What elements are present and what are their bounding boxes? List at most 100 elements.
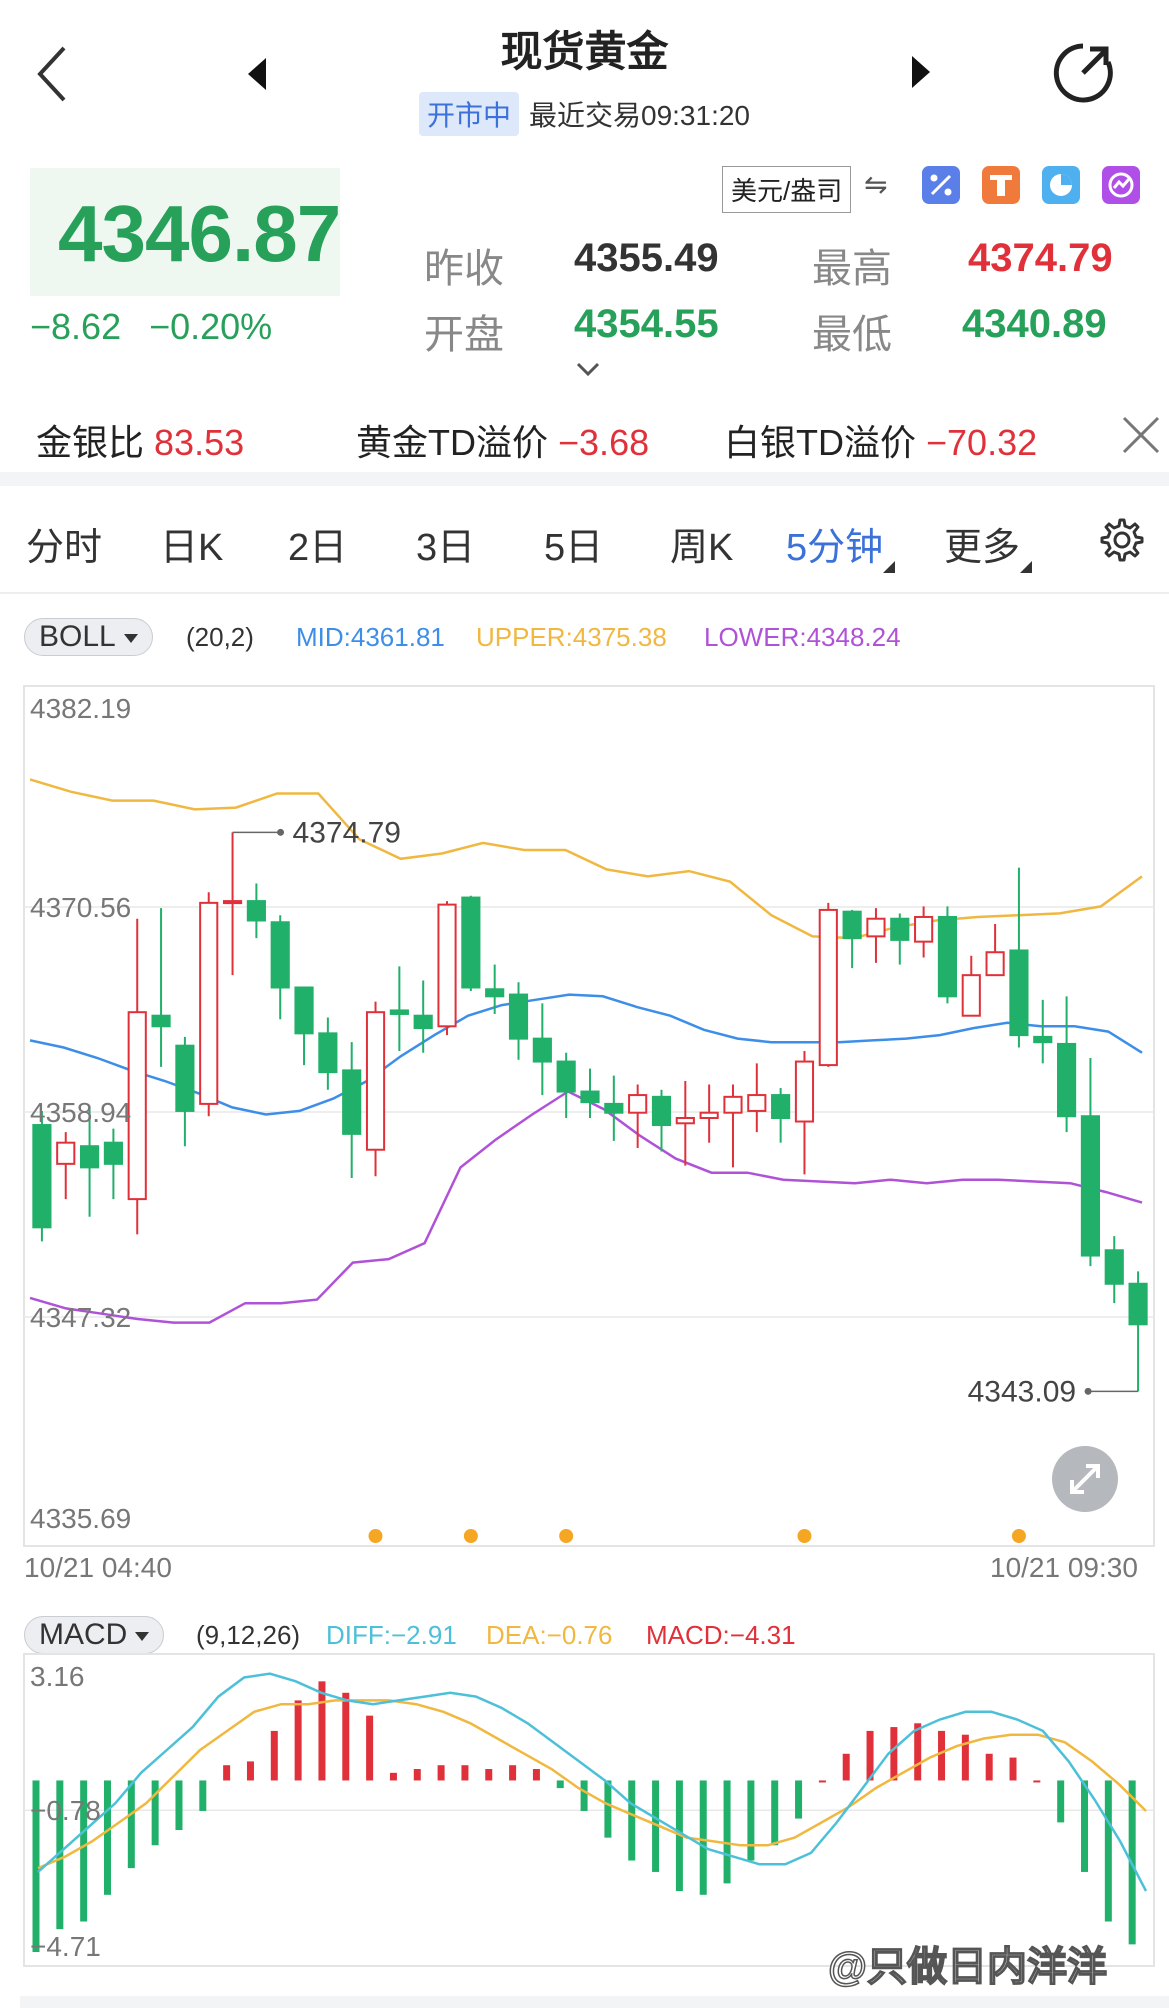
event-dot [368, 1529, 383, 1543]
macd-bar-down [556, 1780, 564, 1789]
event-dot [463, 1529, 478, 1543]
open-label: 开盘 [424, 313, 504, 357]
market-status-row: 开市中 最近交易09:31:20 [0, 92, 1169, 136]
x-axis-start-label: 10/21 04:40 [24, 1552, 172, 1583]
macd-bar-up [389, 1772, 397, 1781]
macd-y-tick-label: −0.78 [30, 1795, 101, 1826]
gear-icon[interactable] [1096, 516, 1144, 564]
macd-bar-up [294, 1700, 302, 1781]
y-tick-label: 4370.56 [30, 892, 131, 923]
pie-chart-icon[interactable] [1042, 166, 1080, 204]
macd-bar-up [1009, 1757, 1017, 1781]
candle-down [771, 1094, 791, 1119]
y-tick-label: 4347.32 [30, 1302, 131, 1333]
macd-bar-up [437, 1765, 445, 1781]
candle-down [1033, 1035, 1053, 1044]
ratio-value: 83.53 [154, 422, 245, 463]
tower-tool-icon[interactable] [982, 166, 1020, 204]
dropdown-icon [135, 1631, 150, 1641]
event-dot [559, 1529, 574, 1543]
candle-up [866, 917, 886, 938]
dropdown-icon [123, 633, 138, 643]
candle-down [1057, 1042, 1077, 1118]
candle-down [32, 1124, 52, 1229]
tab-5day[interactable]: 5日 [544, 516, 603, 571]
next-instrument-icon[interactable] [912, 56, 930, 88]
prev-instrument-icon[interactable] [248, 58, 266, 90]
macd-bar-up [938, 1730, 946, 1781]
event-dot [797, 1529, 812, 1543]
close-icon[interactable] [1120, 414, 1162, 456]
gold-silver-ratio: 金银比 83.53 [36, 414, 244, 466]
tab-2day[interactable]: 2日 [288, 516, 347, 571]
boll-upper-line [29, 778, 1143, 940]
tab-5min-label: 5分钟 [786, 527, 884, 569]
kline-chart[interactable]: 4382.19 4370.56 4358.94 4347.32 4335.69 4374… [0, 680, 1169, 1570]
candle-down [1128, 1282, 1148, 1326]
candle-up [675, 1116, 695, 1125]
candle-down [485, 988, 505, 998]
bottom-bar [20, 1996, 1169, 2008]
section-divider [0, 472, 1169, 486]
unit-selector[interactable]: 美元/盎司 [722, 166, 852, 213]
macd-bar-up [366, 1715, 374, 1781]
tab-daily-k[interactable]: 日K [160, 516, 223, 571]
tab-3day[interactable]: 3日 [416, 516, 475, 571]
tab-timeshare[interactable]: 分时 [26, 516, 102, 571]
candle-up [628, 1094, 648, 1114]
candle-down [937, 915, 958, 998]
tab-divider [0, 592, 1169, 594]
candle-down [580, 1090, 600, 1104]
candle-up [961, 974, 981, 1017]
macd-bar-up [890, 1727, 898, 1781]
macd-bar-down [1081, 1780, 1089, 1872]
candle-up [199, 901, 219, 1105]
ratio-label: 白银TD溢价 [724, 422, 916, 463]
trend-tool-icon[interactable] [1102, 166, 1140, 204]
macd-selector[interactable]: MACD [24, 1616, 165, 1654]
change-value: −8.62 [30, 306, 122, 347]
macd-bar-down [1057, 1780, 1065, 1823]
boll-lines [29, 778, 1143, 1324]
candle-up [794, 1060, 815, 1123]
macd-dea-value: DEA:−0.76 [486, 1620, 613, 1650]
macd-bar-up [1033, 1780, 1041, 1783]
ratio-label: 金银比 [36, 422, 145, 463]
boll-lower-value: LOWER:4348.24 [704, 622, 901, 652]
refresh-icon[interactable] [1050, 40, 1116, 106]
macd-chart[interactable]: 3.16 −0.78 −4.71 [0, 1652, 1169, 1982]
fullscreen-button[interactable] [1052, 1446, 1118, 1512]
low-marker-dot [1084, 1387, 1092, 1395]
current-price: 4346.87 [58, 189, 341, 278]
high-marker-dot [277, 828, 285, 836]
candle-down [890, 917, 910, 941]
macd-bar-up [413, 1769, 421, 1781]
candle-up [914, 915, 934, 943]
tab-weekly-k[interactable]: 周K [670, 516, 733, 571]
percent-tool-icon[interactable] [922, 166, 960, 204]
macd-bar-down [795, 1780, 803, 1819]
macd-bar-up [246, 1761, 254, 1781]
macd-hist-value: MACD:−4.31 [646, 1620, 796, 1650]
candle-down [79, 1145, 100, 1169]
tab-more[interactable]: 更多 [944, 516, 1033, 573]
candle-down [294, 986, 314, 1035]
y-tick-label: 4335.69 [30, 1503, 131, 1534]
change-percent: −0.20% [149, 306, 273, 347]
macd-y-tick-label: 3.16 [30, 1661, 85, 1692]
chevron-down-icon[interactable] [576, 362, 600, 376]
macd-y-tick-label: −4.71 [30, 1931, 101, 1962]
candle-down [389, 1009, 409, 1015]
ratio-value: −3.68 [558, 422, 650, 463]
candle-down [461, 896, 481, 989]
boll-selector[interactable]: BOLL [24, 618, 153, 656]
candle-down [1104, 1249, 1124, 1285]
tab-5min[interactable]: 5分钟 [786, 516, 896, 573]
macd-bar-down [1104, 1780, 1112, 1922]
macd-bar-up [509, 1765, 517, 1781]
y-tick-label: 4382.19 [30, 693, 131, 724]
swap-unit-icon[interactable]: ⇋ [864, 168, 887, 201]
candle-down [151, 1014, 171, 1028]
low-marker-label: 4343.09 [968, 1375, 1076, 1408]
event-dot [1011, 1529, 1026, 1543]
